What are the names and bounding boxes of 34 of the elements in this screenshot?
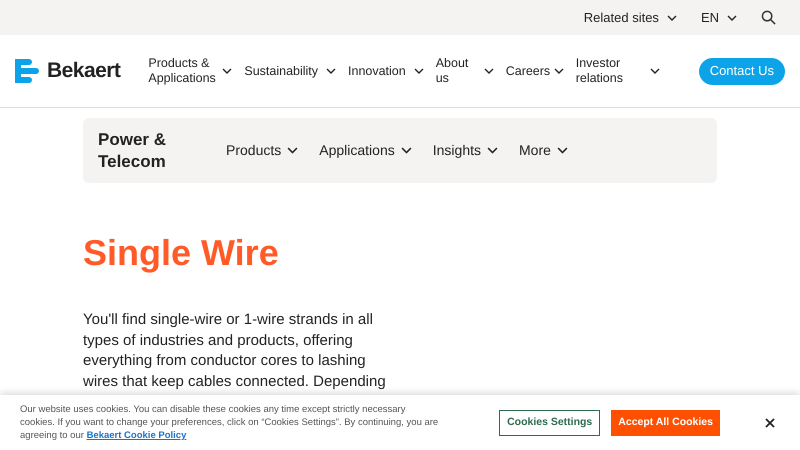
- nav-item[interactable]: Sustainability: [244, 64, 336, 78]
- section-nav-item[interactable]: Applications: [319, 140, 412, 161]
- chevron-down-icon: [554, 68, 564, 74]
- section-nav-item[interactable]: Products: [226, 140, 298, 161]
- close-icon[interactable]: [765, 418, 775, 428]
- cookie-policy-link[interactable]: Bekaert Cookie Policy: [86, 430, 186, 441]
- chevron-down-icon: [326, 68, 336, 74]
- utility-link[interactable]: Related sites: [584, 8, 677, 28]
- nav-item[interactable]: Careers: [506, 64, 564, 78]
- nav-item[interactable]: Innovation: [348, 64, 424, 78]
- section-nav-item[interactable]: Insights: [432, 140, 498, 161]
- chevron-down-icon: [556, 147, 568, 154]
- chevron-down-icon: [484, 68, 494, 74]
- page-title: Single Wire: [83, 231, 279, 275]
- chevron-down-icon: [650, 68, 660, 74]
- chevron-down-icon: [222, 68, 232, 74]
- intro-paragraph: You'll find single-wire or 1-wire strands in all types of industries and products, offering everything from conductor cores to lashing wires that keep cables connected. Depending: [83, 310, 387, 392]
- nav-item[interactable]: Products & Applications: [148, 56, 232, 86]
- chevron-down-icon: [287, 147, 298, 154]
- chevron-down-icon: [727, 14, 737, 20]
- chevron-down-icon: [666, 14, 677, 20]
- chevron-down-icon: [487, 147, 498, 154]
- search-icon[interactable]: [761, 10, 776, 25]
- logo-text: Bekaert: [47, 58, 120, 84]
- section-title: Power & Telecom: [98, 128, 168, 172]
- chevron-down-icon: [414, 68, 424, 74]
- utility-link[interactable]: EN: [700, 8, 737, 28]
- logo-icon: [15, 59, 39, 83]
- nav-item[interactable]: About us: [436, 56, 494, 86]
- cookie-text: Our website uses cookies. You can disable these cookies any time except strictly necessary cookies. If you want to change your preferences, click on “Cookies Settings”. By continuing, you are agreeing to our Bekaert Cookie Policy: [20, 403, 440, 442]
- nav-item[interactable]: Investor relations: [576, 56, 660, 86]
- chevron-down-icon: [400, 147, 412, 154]
- section-nav-item[interactable]: More: [519, 140, 568, 161]
- cookie-button[interactable]: Cookies Settings: [499, 410, 600, 436]
